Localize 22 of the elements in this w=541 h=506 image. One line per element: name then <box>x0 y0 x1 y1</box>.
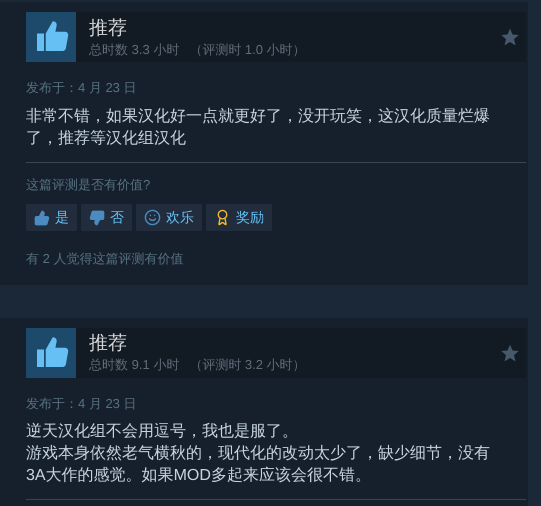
vote-button[interactable]: 是 <box>26 204 77 231</box>
playtime-text: 总时数 9.1 小时 <box>89 356 180 373</box>
smiley-icon <box>144 209 161 226</box>
helpful-question: 这篇评测是否有价值? <box>26 176 152 194</box>
posted-date: 发布于：4 月 23 日 <box>26 79 138 97</box>
playtime-at-review-text: （评测时 1.0 小时） <box>189 40 306 58</box>
review-text: 逆天汉化组不会用逗号，我也是服了。 <box>26 422 299 442</box>
star-icon[interactable] <box>500 342 520 362</box>
playtime-at-review-text: （评测时 3.2 小时） <box>189 356 306 373</box>
helpful-count: 有 2 人觉得这篇评测有价值 <box>26 250 184 268</box>
vote-button[interactable]: 奖励 <box>206 204 272 231</box>
verdict-title: 推荐 <box>89 332 128 356</box>
thumbs-up-icon <box>34 210 50 226</box>
vote-button[interactable]: 欢乐 <box>136 204 202 231</box>
vote-button[interactable]: 否 <box>81 204 132 231</box>
playtime-text: 总时数 3.3 小时 <box>89 40 180 58</box>
review-text: 游戏本身依然老气横秋的，现代化的改动太少了，缺少细节，没有3A大作的感觉。如果MOD多起来应该会很不错。 <box>26 444 491 486</box>
review-text: 非常不错，如果汉化好一点就更好了，没开玩笑，这汉化质量烂爆了，推荐等汉化组汉化 <box>26 106 491 148</box>
posted-date: 发布于：4 月 23 日 <box>26 394 138 412</box>
verdict-title: 推荐 <box>89 16 128 40</box>
thumbs-down-icon <box>89 210 105 226</box>
star-icon[interactable] <box>500 27 520 47</box>
